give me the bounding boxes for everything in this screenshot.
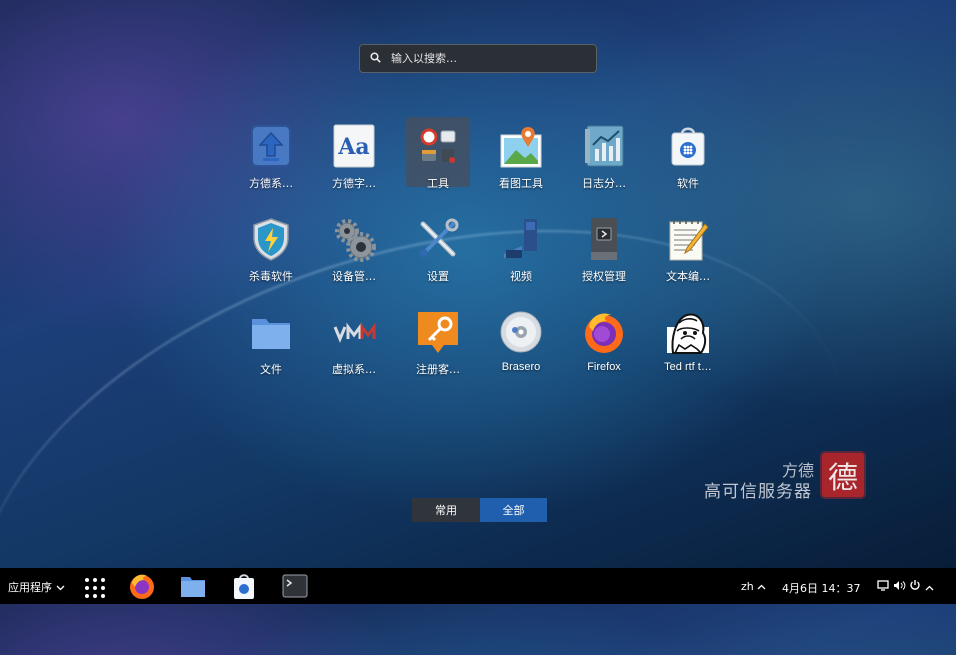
- app-label: 设置: [427, 270, 449, 283]
- app-folder-tools[interactable]: 工具: [406, 117, 470, 190]
- chevron-up-icon: [757, 580, 766, 593]
- app-log-analyzer[interactable]: 日志分…: [572, 117, 636, 190]
- app-video[interactable]: 视频: [489, 210, 553, 283]
- taskbar-terminal-icon[interactable]: [281, 572, 309, 600]
- app-label: Brasero: [501, 361, 541, 373]
- shield-icon: [248, 216, 294, 262]
- key-icon: [415, 309, 461, 355]
- license-manager-icon: [581, 216, 627, 262]
- app-label: 虚拟系…: [332, 363, 376, 376]
- volume-icon: [893, 581, 910, 594]
- app-label: Firefox: [587, 361, 621, 373]
- power-icon: [909, 580, 925, 594]
- disc-icon: [498, 309, 544, 355]
- app-label: 日志分…: [582, 177, 626, 190]
- app-antivirus[interactable]: 杀毒软件: [239, 210, 303, 283]
- app-license-manager[interactable]: 授权管理: [572, 210, 636, 283]
- applications-menu-label: 应用程序: [8, 581, 52, 594]
- search-icon: [370, 51, 384, 66]
- app-label: 杀毒软件: [249, 270, 293, 283]
- log-analyzer-icon: [581, 123, 627, 169]
- app-label: 视频: [510, 270, 532, 283]
- app-label: 软件: [677, 177, 699, 190]
- firefox-icon: [581, 309, 627, 355]
- app-virtual-system[interactable]: 虚拟系…: [322, 303, 386, 376]
- font-glyph: Aa: [337, 134, 369, 160]
- app-label: 注册客…: [416, 363, 460, 376]
- app-settings[interactable]: 设置: [406, 210, 470, 283]
- app-software[interactable]: 软件: [656, 117, 720, 190]
- app-label: 方德字…: [332, 177, 376, 190]
- app-label: 方德系…: [249, 177, 293, 190]
- folder-icon: [248, 309, 294, 355]
- display-icon: [877, 580, 893, 594]
- show-apps-grid-icon[interactable]: [81, 572, 109, 600]
- app-fangde-font[interactable]: Aa 方德字…: [322, 117, 386, 190]
- system-tray[interactable]: [877, 579, 934, 594]
- app-label: 文本编…: [666, 270, 710, 283]
- taskbar-firefox-icon[interactable]: [128, 572, 156, 600]
- app-label: Ted rtf t…: [664, 361, 712, 373]
- tools-folder-icon: [415, 123, 461, 169]
- settings-tools-icon: [415, 216, 461, 262]
- chevron-down-icon: [56, 581, 65, 594]
- taskbar-files-icon[interactable]: [179, 572, 207, 600]
- view-tabs: 常用 全部: [412, 498, 547, 522]
- app-ted[interactable]: Ted rtf t…: [656, 303, 720, 373]
- language-code: zh: [741, 580, 754, 593]
- tab-all[interactable]: 全部: [480, 498, 547, 522]
- app-fangde-system[interactable]: 方德系…: [239, 117, 303, 190]
- app-image-viewer[interactable]: 看图工具: [489, 117, 553, 190]
- watermark-slogan: 高可信服务器: [704, 482, 812, 502]
- applications-menu[interactable]: 应用程序: [8, 579, 65, 595]
- text-editor-icon: [665, 216, 711, 262]
- app-firefox[interactable]: Firefox: [572, 303, 636, 373]
- virtual-machine-icon: [331, 309, 377, 355]
- app-label: 看图工具: [499, 177, 543, 190]
- app-files[interactable]: 文件: [239, 303, 303, 376]
- app-label: 工具: [427, 177, 449, 190]
- tab-frequent[interactable]: 常用: [412, 498, 480, 522]
- input-language-indicator[interactable]: zh: [741, 580, 766, 593]
- video-player-icon: [498, 216, 544, 262]
- fangde-system-update-icon: [248, 123, 294, 169]
- app-label: 文件: [260, 363, 282, 376]
- app-registration-client[interactable]: 注册客…: [406, 303, 470, 376]
- ted-editor-icon: [665, 309, 711, 355]
- clock[interactable]: 4月6日 14：37: [782, 580, 861, 596]
- font-viewer-icon: Aa: [331, 123, 377, 169]
- app-device-manager[interactable]: 设备管…: [322, 210, 386, 283]
- search-input[interactable]: [389, 51, 573, 66]
- search-box[interactable]: [359, 44, 597, 73]
- app-label: 授权管理: [582, 270, 626, 283]
- app-text-editor[interactable]: 文本编…: [656, 210, 720, 283]
- gears-icon: [331, 216, 377, 262]
- chevron-up-icon: [925, 581, 934, 594]
- taskbar: 应用程序 zh 4月6日 14：37: [0, 568, 956, 604]
- taskbar-software-store-icon[interactable]: [230, 572, 258, 600]
- image-viewer-icon: [498, 123, 544, 169]
- watermark-seal: 德: [822, 453, 864, 497]
- app-brasero[interactable]: Brasero: [489, 303, 553, 373]
- app-label: 设备管…: [332, 270, 376, 283]
- software-store-icon: [665, 123, 711, 169]
